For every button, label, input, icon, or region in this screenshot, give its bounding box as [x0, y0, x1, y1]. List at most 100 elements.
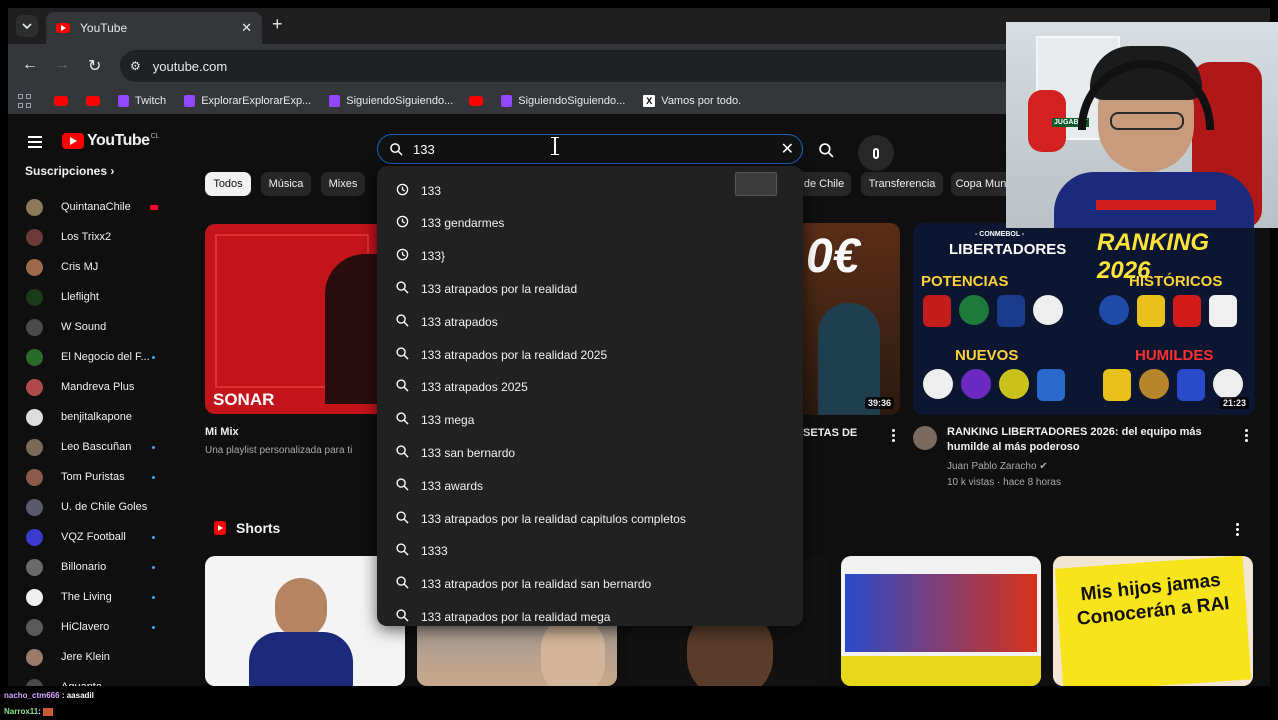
- suggestion-item[interactable]: 133 atrapados: [377, 305, 803, 338]
- suggestion-item[interactable]: 1333: [377, 535, 803, 568]
- suggestion-item[interactable]: 133 san bernardo: [377, 436, 803, 469]
- chip-mixes[interactable]: Mixes: [321, 172, 365, 196]
- channel-avatar[interactable]: [913, 426, 937, 450]
- subscription-item[interactable]: The Living: [8, 582, 188, 612]
- chat-username: Narrox11: [4, 707, 39, 716]
- chip-transferencia[interactable]: Transferencia: [861, 172, 943, 196]
- subscription-item[interactable]: El Negocio del F...: [8, 342, 188, 372]
- search-button[interactable]: [812, 136, 840, 164]
- subscription-item[interactable]: Aguanta: [8, 672, 188, 686]
- video-thumbnail[interactable]: 0€ 39:36: [798, 223, 900, 415]
- subscription-item[interactable]: benjitalkapone: [8, 402, 188, 432]
- suggestion-item[interactable]: 133 awards: [377, 469, 803, 502]
- forward-icon[interactable]: →: [54, 56, 70, 74]
- thumbnail-libertadores: LIBERTADORES: [949, 241, 1067, 258]
- webcam-overlay: JUGABET: [1006, 22, 1278, 228]
- video-title[interactable]: RANKING LIBERTADORES 2026: del equipo má…: [947, 425, 1227, 455]
- subscription-item[interactable]: W Sound: [8, 312, 188, 342]
- subscription-item[interactable]: U. de Chile Goles: [8, 492, 188, 522]
- suggestion-item[interactable]: 133 gendarmes: [377, 207, 803, 240]
- search-input[interactable]: 133 ✕: [377, 134, 803, 164]
- club-badges-top-left: [923, 295, 1063, 327]
- new-content-dot: [152, 475, 155, 479]
- chip-de-chile[interactable]: de Chile: [797, 172, 851, 196]
- search-icon: [395, 379, 409, 395]
- chip-todos[interactable]: Todos: [205, 172, 251, 196]
- short-card[interactable]: [841, 556, 1041, 686]
- subscription-item[interactable]: Jere Klein: [8, 642, 188, 672]
- text-cursor: [551, 137, 559, 155]
- subscription-item[interactable]: Lleflight: [8, 282, 188, 312]
- bookmark-item[interactable]: [54, 96, 74, 106]
- subscription-item[interactable]: Cris MJ: [8, 252, 188, 282]
- club-badge-icon: [1173, 295, 1201, 327]
- subscription-label: Mandreva Plus: [61, 381, 135, 393]
- channel-name[interactable]: Juan Pablo Zaracho ✔: [947, 459, 1048, 474]
- apps-icon[interactable]: [18, 94, 32, 108]
- bookmark-item[interactable]: SiguiendoSiguiendo...: [329, 95, 453, 107]
- suggestion-item[interactable]: 133 mega: [377, 404, 803, 437]
- bookmark-item[interactable]: X Vamos por todo.: [643, 95, 741, 107]
- reload-icon[interactable]: ↻: [88, 56, 101, 76]
- tab-search-button[interactable]: [16, 15, 38, 37]
- subscription-item[interactable]: QuintanaChile: [8, 192, 188, 222]
- video-title[interactable]: Mi Mix: [205, 425, 239, 440]
- subscription-label: U. de Chile Goles: [61, 501, 148, 513]
- subscription-label: El Negocio del F...: [61, 351, 150, 363]
- video-title[interactable]: ISETAS DE: [800, 426, 857, 441]
- bookmark-item[interactable]: [86, 96, 106, 106]
- more-options-icon[interactable]: [1245, 429, 1248, 444]
- suggestion-item[interactable]: 133}: [377, 240, 803, 273]
- bookmark-item[interactable]: SiguiendoSiguiendo...: [501, 95, 625, 107]
- webcam-shirt-stripe: [1096, 200, 1216, 210]
- subscription-item[interactable]: Los Trixx2: [8, 222, 188, 252]
- video-thumbnail[interactable]: - CONMEBOL - LIBERTADORES RANKING 2026 P…: [913, 223, 1255, 415]
- suggestion-thumbnail[interactable]: [735, 172, 777, 196]
- suggestion-item[interactable]: 133 atrapados 2025: [377, 371, 803, 404]
- youtube-icon: [86, 96, 100, 106]
- site-settings-icon[interactable]: ⚙: [130, 59, 141, 73]
- suggestion-text: 133 awards: [421, 478, 484, 493]
- suggestion-item[interactable]: 133 atrapados por la realidad mega: [377, 600, 803, 626]
- menu-icon[interactable]: [28, 136, 42, 151]
- suggestion-item[interactable]: 133 atrapados por la realidad capitulos …: [377, 502, 803, 535]
- club-badge-icon: [1137, 295, 1165, 327]
- subscription-item[interactable]: Billonario: [8, 552, 188, 582]
- clear-search-icon[interactable]: ✕: [781, 139, 794, 159]
- subscriptions-heading[interactable]: Suscripciones ›: [25, 164, 114, 178]
- bookmark-item[interactable]: [469, 96, 489, 106]
- suggestion-item[interactable]: 133 atrapados por la realidad: [377, 272, 803, 305]
- more-options-icon[interactable]: [1236, 523, 1239, 538]
- back-icon[interactable]: ←: [22, 56, 38, 74]
- subscription-item[interactable]: HiClavero: [8, 612, 188, 642]
- subscription-label: QuintanaChile: [61, 201, 131, 213]
- subscription-item[interactable]: Mandreva Plus: [8, 372, 188, 402]
- address-bar[interactable]: ⚙ youtube.com: [120, 50, 1120, 82]
- channel-avatar: [26, 348, 43, 366]
- thumbnail-potencias: POTENCIAS: [921, 273, 1009, 290]
- subscription-item[interactable]: Leo Bascuñan: [8, 432, 188, 462]
- suggestion-item[interactable]: 133 atrapados por la realidad 2025: [377, 338, 803, 371]
- tab-youtube[interactable]: YouTube ✕: [46, 12, 262, 44]
- youtube-logo[interactable]: YouTube CL: [62, 132, 160, 150]
- subscription-item[interactable]: Tom Puristas: [8, 462, 188, 492]
- bookmark-item[interactable]: Twitch: [118, 95, 166, 107]
- short-card[interactable]: [205, 556, 405, 686]
- more-options-icon[interactable]: [892, 429, 895, 444]
- youtube-logo-icon: [62, 133, 84, 149]
- subscription-label: Los Trixx2: [61, 231, 112, 243]
- close-icon[interactable]: ✕: [241, 20, 252, 36]
- video-thumbnail[interactable]: SONAR: [205, 224, 405, 414]
- voice-search-button[interactable]: [858, 135, 894, 171]
- suggestion-item[interactable]: 133 atrapados por la realidad san bernar…: [377, 568, 803, 601]
- subscription-item[interactable]: VQZ Football: [8, 522, 188, 552]
- twitch-icon: [118, 95, 129, 107]
- short-card[interactable]: Mis hijos jamas Conocerán a RAI: [1053, 556, 1253, 686]
- channel-name-text: Juan Pablo Zaracho: [947, 461, 1037, 472]
- bookmark-item[interactable]: ExplorarExplorarExp...: [184, 95, 311, 107]
- chip-musica[interactable]: Música: [261, 172, 311, 196]
- new-tab-button[interactable]: +: [272, 14, 283, 35]
- url-text: youtube.com: [152, 58, 228, 74]
- club-badge-icon: [1103, 369, 1131, 401]
- subscription-label: Tom Puristas: [61, 471, 125, 483]
